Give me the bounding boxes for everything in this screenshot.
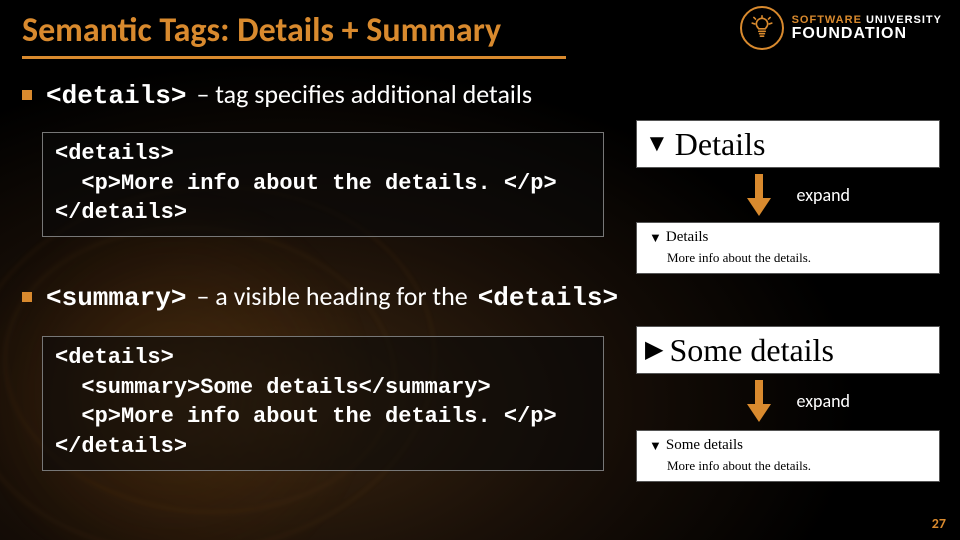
bullet2-desc: a visible heading for the <box>215 280 467 312</box>
logo-foundation: FOUNDATION <box>792 26 942 42</box>
triangle-right-icon: ▶ <box>645 338 663 362</box>
summary-tag-literal: <summary> <box>46 283 186 313</box>
preview-summary-collapsed: ▶ Some details <box>636 326 940 374</box>
preview4-label: Some details <box>666 435 743 455</box>
title-underline <box>22 56 566 59</box>
page-number: 27 <box>932 515 946 532</box>
bullet-square-icon <box>22 90 32 100</box>
triangle-down-icon: ▼ <box>645 132 669 156</box>
code-example-details: <details> <p>More info about the details… <box>42 132 604 237</box>
details-tag-literal: <details> <box>46 81 186 111</box>
slide-title: Semantic Tags: Details + Summary <box>22 10 501 51</box>
preview-details-expanded: ▼ Details More info about the details. <box>636 222 940 274</box>
bullet2-sep: – <box>196 280 215 312</box>
brand-logo: SOFTWARE UNIVERSITY FOUNDATION <box>740 6 942 50</box>
arrow-down-icon <box>744 378 774 429</box>
preview3-label: Some details <box>669 332 833 369</box>
preview1-label: Details <box>675 126 766 163</box>
preview2-body: More info about the details. <box>667 249 931 267</box>
logo-line1: SOFTWARE UNIVERSITY <box>792 15 942 26</box>
logo-university: UNIVERSITY <box>862 14 942 26</box>
expand-label-1: expand <box>797 184 850 206</box>
arrow-down-icon <box>744 172 774 223</box>
expand-indicator-1 <box>744 172 774 223</box>
bullet-square-icon <box>22 292 32 302</box>
preview2-label: Details <box>666 227 709 247</box>
preview4-body: More info about the details. <box>667 457 931 475</box>
preview-details-collapsed: ▼ Details <box>636 120 940 168</box>
bullet-details: <details> – tag specifies additional det… <box>22 78 532 111</box>
code-example-summary: <details> <summary>Some details</summary… <box>42 336 604 471</box>
triangle-down-icon: ▼ <box>649 439 662 452</box>
details-tag-literal-2: <details> <box>478 283 618 313</box>
bullet1-desc: tag specifies additional details <box>215 78 532 110</box>
triangle-down-icon: ▼ <box>649 231 662 244</box>
expand-label-2: expand <box>797 390 850 412</box>
expand-indicator-2 <box>744 378 774 429</box>
bullet1-sep: – <box>196 78 215 110</box>
logo-software: SOFTWARE <box>792 14 862 26</box>
lightbulb-icon <box>740 6 784 50</box>
bullet-summary: <summary> – a visible heading for the <d… <box>22 280 618 313</box>
preview-summary-expanded: ▼ Some details More info about the detai… <box>636 430 940 482</box>
